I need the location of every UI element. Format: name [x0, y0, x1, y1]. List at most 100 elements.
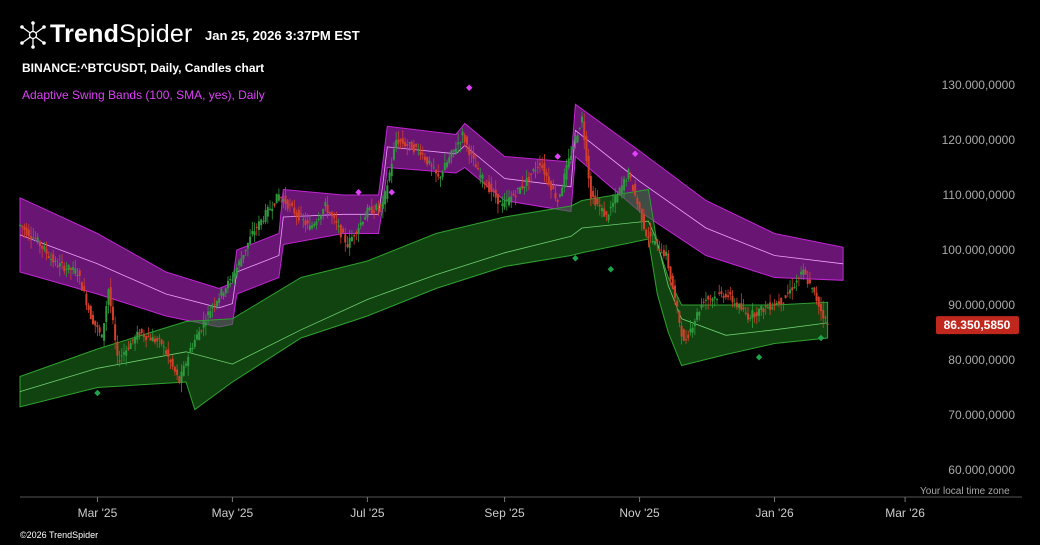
candle-body [614, 195, 617, 204]
candle-body [379, 204, 382, 206]
candle-body [173, 367, 176, 372]
candle-body [120, 355, 123, 357]
candle-body [131, 339, 134, 341]
timezone-label[interactable]: Your local time zone [920, 486, 1010, 497]
candle-body [777, 301, 780, 304]
candle-body [315, 221, 318, 225]
candle-body [636, 197, 639, 204]
candle-body [662, 249, 665, 257]
candle-body [709, 298, 712, 300]
candle-body [519, 187, 522, 194]
candle-body [516, 187, 519, 190]
candle-body [54, 260, 57, 262]
candle-body [667, 253, 670, 269]
candle-body [269, 208, 272, 210]
candle-body [651, 240, 654, 243]
candle-body [404, 141, 407, 147]
candle-body [673, 285, 676, 298]
upper-signal-marker [554, 153, 561, 160]
candle-body [19, 224, 21, 226]
lower-signal-marker [94, 389, 101, 397]
candle-body [755, 312, 758, 316]
candle-body [34, 237, 37, 239]
candle-body [618, 187, 621, 194]
candle-body [523, 186, 526, 188]
candle-body [85, 294, 88, 306]
candle-body [468, 146, 471, 156]
upper-signal-marker [465, 84, 473, 91]
candle-body [322, 209, 325, 214]
candle-body [702, 301, 705, 303]
candle-body [284, 195, 287, 204]
candle-body [696, 312, 699, 320]
x-tick-label: Nov '25 [619, 506, 660, 520]
y-tick-label: 80.000,0000 [948, 353, 1015, 367]
candle-body [450, 150, 453, 158]
candle-body [373, 210, 376, 213]
candle-body [735, 302, 738, 308]
candle-body [200, 330, 203, 332]
candle-body [36, 237, 39, 242]
candle-body [669, 266, 672, 280]
candle-body [479, 175, 482, 178]
candle-body [718, 292, 721, 294]
candle-body [72, 267, 75, 270]
x-tick-label: Mar '25 [78, 506, 118, 520]
candle-body [746, 313, 749, 320]
candle-body [547, 176, 550, 185]
candle-body [786, 292, 789, 294]
candle-body [813, 287, 816, 293]
x-tick-label: Jan '26 [755, 506, 794, 520]
candle-body [576, 135, 579, 143]
candle-body [505, 199, 508, 202]
candle-body [820, 304, 823, 312]
candle-body [800, 271, 803, 275]
candle-body [541, 165, 544, 168]
candle-body [676, 300, 679, 307]
candle-body [328, 212, 331, 214]
candle-body [434, 169, 437, 174]
candle-body [508, 197, 511, 206]
candle-body [791, 287, 794, 291]
candle-body [793, 286, 796, 289]
candle-body [525, 178, 528, 186]
y-tick-label: 100.000,0000 [942, 243, 1016, 257]
candle-body [556, 199, 559, 202]
candle-body [49, 259, 52, 261]
candle-body [209, 311, 212, 319]
candle-body [191, 347, 194, 350]
candle-body [605, 211, 608, 215]
candle-body [753, 313, 756, 318]
candle-body [288, 204, 291, 206]
price-chart[interactable]: 60.000,0000 70.000,0000 80.000,0000 90.000,… [0, 0, 1040, 545]
candle-body [125, 350, 128, 356]
candle-body [116, 341, 119, 356]
candle-body [629, 176, 632, 178]
candle-body [762, 308, 765, 313]
candle-body [249, 236, 252, 244]
candle-body [642, 214, 645, 229]
candle-body [527, 176, 530, 182]
candle-body [74, 268, 77, 274]
candle-body [581, 116, 584, 123]
candle-body [627, 169, 630, 179]
candle-body [226, 280, 229, 289]
candle-body [716, 299, 719, 301]
candle-body [271, 208, 274, 212]
candle-body [563, 173, 566, 188]
candle-body [795, 280, 798, 283]
candle-body [27, 229, 30, 237]
y-tick-label: 130.000,0000 [942, 78, 1016, 92]
candle-body [443, 162, 446, 171]
candle-body [797, 277, 800, 279]
candle-body [297, 209, 300, 221]
candle-body [244, 249, 247, 252]
candle-body [472, 153, 475, 159]
candle-body [569, 155, 572, 160]
candle-body [421, 153, 424, 155]
candle-body [707, 296, 710, 300]
candle-body [693, 321, 696, 327]
candle-body [640, 208, 643, 223]
candle-body [147, 336, 150, 338]
candle-body [815, 292, 818, 301]
